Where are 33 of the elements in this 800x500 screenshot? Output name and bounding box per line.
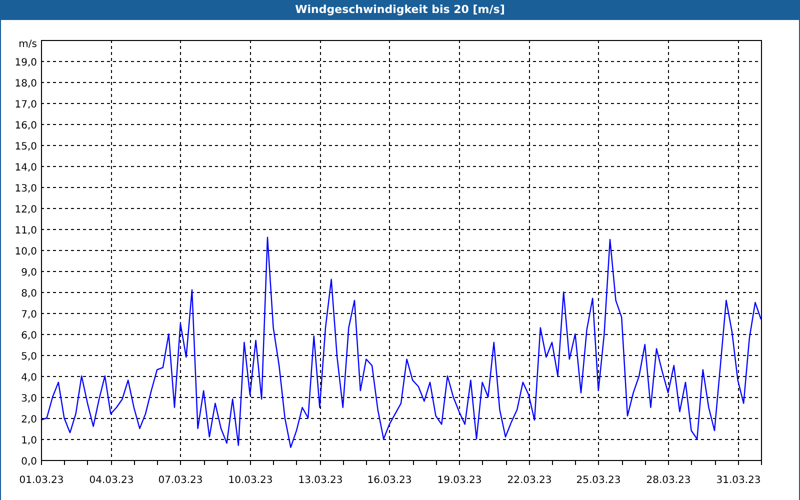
y-axis-label: 8,0 [21,288,37,300]
x-axis-label: 10.03.23 [228,475,273,486]
y-axis-label: 1,0 [21,436,37,446]
y-axis-label: 6,0 [21,330,37,342]
x-axis-label: 16.03.23 [367,475,412,486]
y-axis-label: 5,0 [21,352,37,362]
y-axis-unit: m/s [18,39,37,50]
x-axis-label: 22.03.23 [507,475,552,486]
x-axis-label: 04.03.23 [89,475,134,486]
y-axis-label: 7,0 [21,310,37,320]
x-axis-label: 07.03.23 [158,475,203,486]
x-axis-label: 25.03.23 [576,475,621,486]
x-axis-label: 01.03.23 [19,475,64,486]
y-axis-label: 17,0 [14,100,37,110]
y-axis-label: 18,0 [14,78,37,90]
y-axis-label: 12,0 [14,204,37,216]
y-axis-label: 13,0 [14,184,37,194]
y-axis-label: 15,0 [14,142,37,152]
y-axis-label: 14,0 [14,162,37,174]
y-axis-label: 4,0 [21,372,37,384]
y-axis-label: 9,0 [21,268,37,278]
y-axis-label: 0,0 [21,456,37,468]
y-axis-label: 3,0 [21,394,37,404]
x-axis-label: 13.03.23 [298,475,343,486]
x-axis-label: 31.03.23 [716,475,761,486]
x-axis-label: 19.03.23 [437,475,482,486]
x-axis-label: 28.03.23 [646,475,691,486]
y-axis-label: 19,0 [14,58,37,68]
y-axis-label: 2,0 [21,414,37,426]
y-axis-label: 16,0 [14,120,37,132]
window-title: Windgeschwindigkeit bis 20 [m/s] [295,2,505,18]
y-axis-label: 10,0 [14,246,37,258]
y-axis-label: 11,0 [14,226,37,236]
